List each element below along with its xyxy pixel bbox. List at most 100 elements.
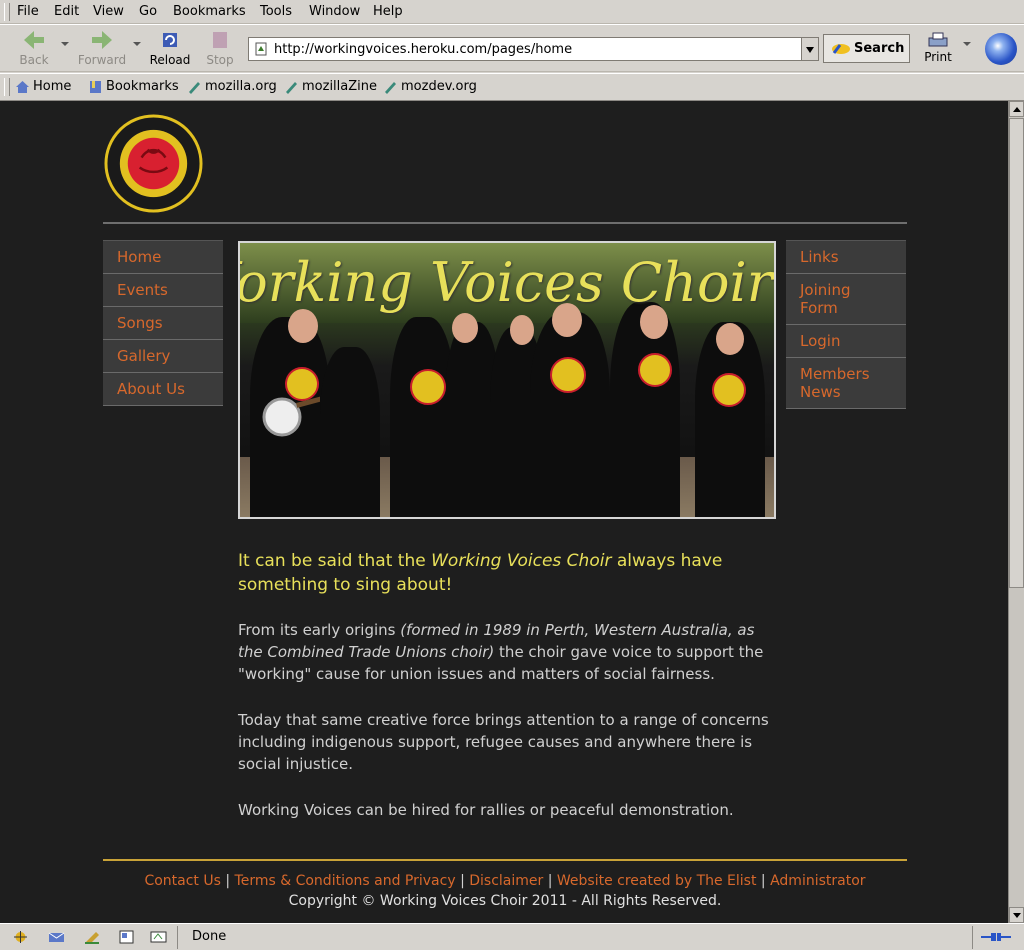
menubar-grip[interactable] [4,3,10,21]
reload-icon [163,33,177,47]
online-status [972,926,1020,949]
component-bar [0,926,178,949]
choir-member [530,312,610,517]
footer-separator: | [455,873,470,889]
page-viewport: Home Events Songs Gallery About Us Worki… [0,101,1008,923]
stop-label: Stop [206,53,234,67]
origins-paragraph: From its early origins (formed in 1989 i… [238,619,778,685]
nav-songs[interactable]: Songs [103,307,223,340]
composer-icon[interactable] [84,930,101,944]
main-content: It can be said that the Working Voices C… [238,549,778,845]
footer-terms-privacy[interactable]: Terms & Conditions and Privacy [235,873,456,889]
menu-bookmarks[interactable]: Bookmarks [173,4,246,19]
site-page-icon [255,42,267,56]
hero-title: Working Voices Choir [238,251,773,314]
back-button[interactable]: Back [10,27,58,71]
url-input[interactable] [274,40,799,58]
banjo-icon [262,395,320,437]
forward-button[interactable]: Forward [74,27,130,71]
bookmark-link-icon [189,82,200,94]
footer-website-credit[interactable]: Website created by The Elist [557,873,761,889]
personal-bookmarks-label: Bookmarks [106,79,179,94]
scroll-thumb[interactable] [1009,118,1024,588]
back-dropdown-icon[interactable] [61,42,69,46]
lead-text-start: It can be said that the [238,551,432,571]
footer-contact-us[interactable]: Contact Us [144,873,220,889]
bookmark-link-icon [286,82,297,94]
url-bar[interactable] [248,37,818,61]
footer-separator: | [760,873,771,889]
singer-head [716,323,744,355]
personal-mozillazine-label: mozillaZine [302,79,377,94]
personal-bookmarks[interactable]: Bookmarks [88,79,179,94]
print-button[interactable]: Print [918,27,958,71]
intro-lead: It can be said that the Working Voices C… [238,549,778,597]
singer-head [510,315,534,345]
footer-links: Contact Us | Terms & Conditions and Priv… [103,873,907,889]
print-label: Print [924,50,952,64]
home-icon [16,81,29,93]
print-dropdown-icon[interactable] [963,42,971,46]
mail-icon[interactable] [48,930,65,944]
personal-mozdev-label: mozdev.org [401,79,477,94]
vertical-scrollbar[interactable] [1008,101,1024,923]
forward-dropdown-icon[interactable] [133,42,141,46]
status-bar: Done [0,923,1024,950]
personal-toolbar-grip[interactable] [4,78,10,96]
union-rose-logo[interactable] [103,114,204,213]
right-navigation: Links Joining Form Login Members News [786,240,906,409]
menu-edit[interactable]: Edit [54,4,79,19]
origins-text-start: From its early origins [238,621,401,639]
back-label: Back [19,53,49,67]
nav-gallery[interactable]: Gallery [103,340,223,373]
reload-label: Reload [149,53,191,67]
nav-members-news[interactable]: Members News [786,358,906,409]
singer-head [452,313,478,343]
personal-home-label: Home [33,79,72,94]
menu-help[interactable]: Help [373,4,403,19]
copyright-notice: Copyright © Working Voices Choir 2011 - … [288,893,722,909]
scroll-up-button[interactable] [1009,101,1024,117]
choir-hero-photo: Working Voices Choir [238,241,776,519]
menu-window[interactable]: Window [309,4,360,19]
menu-file[interactable]: File [17,4,39,19]
choir-tshirt-badge [410,369,446,405]
personal-mozdev[interactable]: mozdev.org [383,79,477,94]
address-book-icon[interactable] [118,930,135,944]
nav-login[interactable]: Login [786,325,906,358]
stop-button[interactable]: Stop [196,27,244,71]
navigator-icon[interactable] [12,930,29,944]
personal-home[interactable]: Home [15,79,71,94]
personal-toolbar: Home Bookmarks mozilla.org mozillaZine m… [0,73,1024,101]
footer-disclaimer[interactable]: Disclaimer [469,873,543,889]
menu-view[interactable]: View [93,4,124,19]
printer-icon [928,32,948,47]
personal-mozilla-org-label: mozilla.org [205,79,277,94]
nav-about-us[interactable]: About Us [103,373,223,406]
bookmarks-icon [90,81,101,93]
connection-plug-icon[interactable] [981,930,1011,944]
nav-links[interactable]: Links [786,241,906,274]
reload-button[interactable]: Reload [146,27,194,71]
chat-icon[interactable] [150,930,167,944]
url-history-dropdown[interactable] [801,37,819,61]
footer-separator: | [543,873,557,889]
nav-events[interactable]: Events [103,274,223,307]
menu-tools[interactable]: Tools [260,4,292,19]
forward-arrow-icon [92,31,112,49]
nav-joining-form[interactable]: Joining Form [786,274,906,325]
choir-tshirt-badge [638,353,672,387]
menu-go[interactable]: Go [139,4,157,19]
personal-mozillazine[interactable]: mozillaZine [284,79,377,94]
mozilla-throbber-icon[interactable] [985,33,1017,65]
left-navigation: Home Events Songs Gallery About Us [103,240,223,406]
nav-home[interactable]: Home [103,241,223,274]
menu-bar: File Edit View Go Bookmarks Tools Window… [0,0,1024,24]
scroll-down-button[interactable] [1009,907,1024,923]
personal-mozilla-org[interactable]: mozilla.org [187,79,277,94]
search-button[interactable]: Search [823,34,910,63]
search-icon [832,44,850,54]
footer-administrator[interactable]: Administrator [770,873,865,889]
status-message: Done [192,929,227,944]
concerns-paragraph: Today that same creative force brings at… [238,711,769,773]
